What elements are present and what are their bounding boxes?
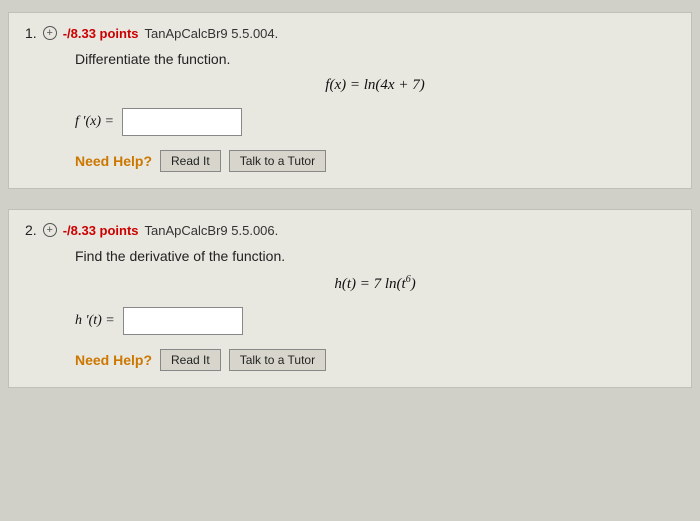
- question-header-1: 1. + -/8.33 points TanApCalcBr9 5.5.004.: [25, 25, 675, 41]
- points-label-1: -/8.33 points: [63, 26, 139, 41]
- need-help-label-1: Need Help?: [75, 153, 152, 169]
- page-container: 1. + -/8.33 points TanApCalcBr9 5.5.004.…: [0, 0, 700, 521]
- read-it-button-2[interactable]: Read It: [160, 349, 221, 371]
- question-block-2: 2. + -/8.33 points TanApCalcBr9 5.5.006.…: [8, 209, 692, 388]
- question-body-2: Find the derivative of the function. h(t…: [25, 248, 675, 371]
- question-number-2: 2.: [25, 222, 37, 238]
- function-display-1: f(x) = ln(4x + 7): [75, 77, 675, 94]
- reference-label-2: TanApCalcBr9 5.5.006.: [145, 223, 279, 238]
- answer-row-2: h ′(t) =: [75, 307, 675, 335]
- separator: [0, 193, 700, 205]
- answer-label-1: f ′(x) =: [75, 114, 114, 130]
- question-header-2: 2. + -/8.33 points TanApCalcBr9 5.5.006.: [25, 222, 675, 238]
- expand-icon-1[interactable]: +: [43, 26, 57, 40]
- question-body-1: Differentiate the function. f(x) = ln(4x…: [25, 51, 675, 172]
- answer-row-1: f ′(x) =: [75, 108, 675, 136]
- help-row-2: Need Help? Read It Talk to a Tutor: [75, 349, 675, 371]
- instruction-text-1: Differentiate the function.: [75, 51, 675, 67]
- expand-icon-2[interactable]: +: [43, 223, 57, 237]
- talk-to-tutor-button-1[interactable]: Talk to a Tutor: [229, 150, 326, 172]
- answer-label-2: h ′(t) =: [75, 313, 115, 329]
- help-row-1: Need Help? Read It Talk to a Tutor: [75, 150, 675, 172]
- function-display-2: h(t) = 7 ln(t6): [75, 274, 675, 293]
- read-it-button-1[interactable]: Read It: [160, 150, 221, 172]
- question-number-1: 1.: [25, 25, 37, 41]
- instruction-text-2: Find the derivative of the function.: [75, 248, 675, 264]
- points-label-2: -/8.33 points: [63, 223, 139, 238]
- reference-label-1: TanApCalcBr9 5.5.004.: [145, 26, 279, 41]
- talk-to-tutor-button-2[interactable]: Talk to a Tutor: [229, 349, 326, 371]
- need-help-label-2: Need Help?: [75, 352, 152, 368]
- answer-input-2[interactable]: [123, 307, 243, 335]
- question-block-1: 1. + -/8.33 points TanApCalcBr9 5.5.004.…: [8, 12, 692, 189]
- answer-input-1[interactable]: [122, 108, 242, 136]
